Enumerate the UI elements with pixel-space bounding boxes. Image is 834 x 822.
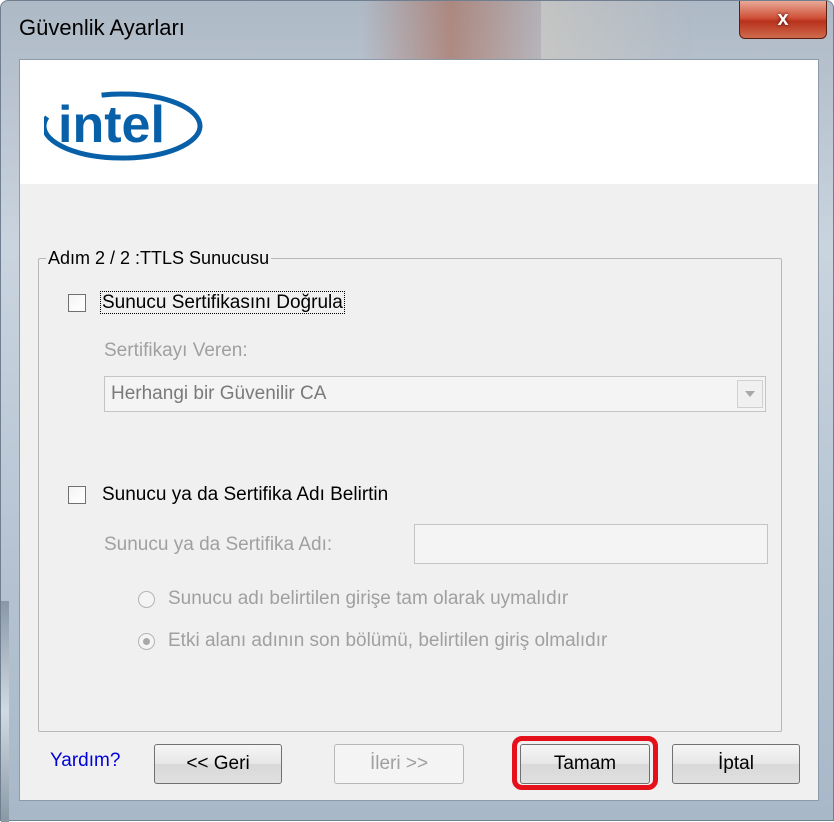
chevron-down-icon — [745, 391, 755, 397]
help-link[interactable]: Yardım? — [50, 750, 120, 772]
next-button[interactable]: İleri >> — [334, 744, 464, 784]
dialog-client-area: intel Adım 2 / 2 :TTLS Sunucusu Sunucu S… — [19, 59, 819, 801]
name-field-label: Sunucu ya da Sertifika Adı: — [104, 534, 333, 555]
cancel-button[interactable]: İptal — [672, 744, 800, 784]
verify-cert-label[interactable]: Sunucu Sertifikasını Doğrula — [100, 291, 345, 314]
radio-exact-match-label[interactable]: Sunucu adı belirtilen girişe tam olarak … — [168, 588, 568, 610]
close-icon: x — [777, 8, 789, 30]
titlebar-glass-highlight — [361, 1, 541, 59]
back-button[interactable]: << Geri — [154, 744, 282, 784]
dropdown-arrow-button[interactable] — [737, 380, 763, 408]
close-button[interactable]: x — [739, 1, 827, 39]
verify-cert-checkbox[interactable] — [68, 294, 86, 312]
titlebar-glass-highlight — [541, 1, 691, 59]
radio-domain-suffix[interactable] — [138, 633, 155, 650]
specify-name-label[interactable]: Sunucu ya da Sertifika Adı Belirtin — [102, 484, 388, 506]
intel-logo-text: intel — [58, 96, 165, 154]
intel-logo: intel — [44, 91, 203, 161]
issuer-label: Sertifikayı Veren: — [104, 340, 248, 361]
ok-button-highlight-annotation — [512, 736, 658, 790]
specify-name-checkbox[interactable] — [68, 486, 86, 504]
radio-exact-match[interactable] — [138, 591, 155, 608]
window-title: Güvenlik Ayarları — [19, 15, 185, 40]
issuer-dropdown-value: Herhangi bir Güvenilir CA — [111, 383, 327, 404]
groupbox-legend: Adım 2 / 2 :TTLS Sunucusu — [46, 248, 272, 268]
window-left-edge — [1, 601, 9, 822]
window-frame: Güvenlik Ayarları x intel Adım 2 / 2 :TT… — [0, 0, 834, 822]
verify-cert-label-text: Sunucu Sertifikasını Doğrula — [100, 291, 345, 314]
header-band: intel — [20, 60, 818, 184]
radio-domain-suffix-label[interactable]: Etki alanı adının son bölümü, belirtilen… — [168, 630, 607, 652]
issuer-dropdown[interactable]: Herhangi bir Güvenilir CA — [104, 376, 766, 412]
server-name-input[interactable] — [414, 524, 768, 564]
